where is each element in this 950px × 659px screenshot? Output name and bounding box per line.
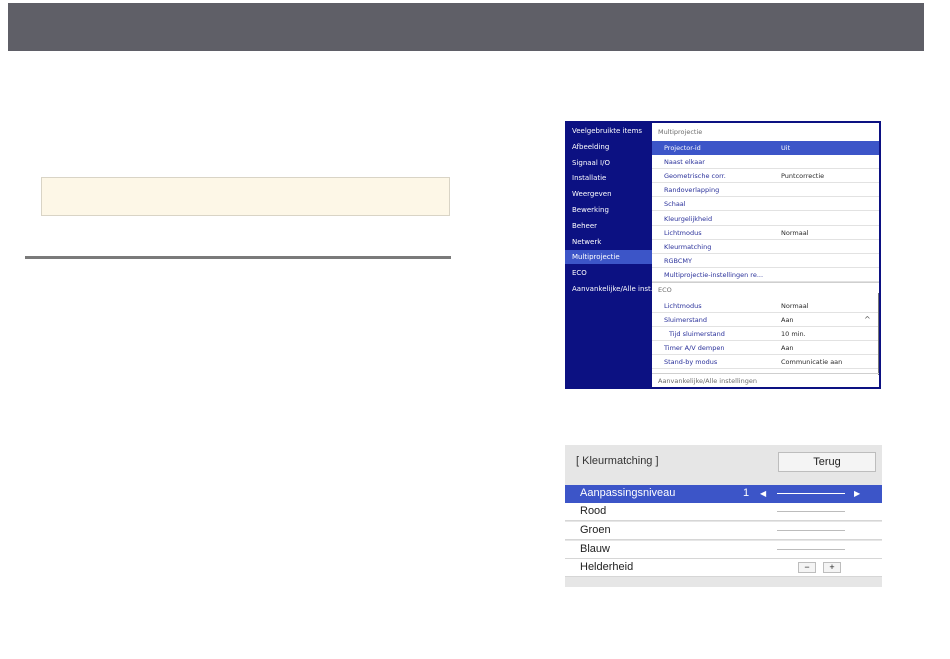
section-eco-header: ECO (652, 282, 879, 296)
menu-sidebar: Veelgebruikte items Afbeelding Signaal I/O… (565, 121, 652, 389)
blue-label: Blauw (580, 541, 610, 558)
multiprojectie-row-label: Randoverlapping (664, 183, 719, 197)
back-button[interactable]: Terug (778, 452, 876, 472)
eco-row-value: Aan (781, 313, 794, 327)
multiprojectie-row-label: Multiprojectie-instellingen re... (664, 268, 763, 282)
multiprojectie-row[interactable]: Kleurmatching (652, 240, 879, 254)
scrollbar[interactable] (878, 293, 879, 375)
blue-slider[interactable] (777, 549, 845, 550)
eco-row-value: Normaal (781, 299, 809, 313)
section-multiprojectie-header: Multiprojectie (652, 125, 879, 139)
eco-row-label: Lichtmodus (664, 299, 702, 313)
sidebar-item[interactable]: Multiprojectie (565, 250, 652, 264)
multiprojectie-row-label: Projector-id (664, 141, 701, 155)
multiprojectie-row-label: Schaal (664, 197, 686, 211)
green-slider[interactable] (777, 530, 845, 531)
sidebar-item[interactable]: Veelgebruikte items (565, 124, 652, 138)
blue-row[interactable]: Blauw (565, 541, 882, 559)
eco-row-value: Communicatie aan (781, 355, 842, 369)
sidebar-item[interactable]: Weergeven (565, 187, 652, 201)
section-divider (25, 256, 451, 259)
arrow-left-icon[interactable]: ◀ (760, 485, 766, 502)
dialog-title: [ Kleurmatching ] (576, 455, 659, 467)
multiprojectie-row[interactable]: Kleurgelijkheid (652, 212, 879, 226)
page-header-bar (8, 3, 924, 51)
multiprojectie-row-value: Puntcorrectie (781, 169, 824, 183)
multiprojectie-row-label: Geometrische corr. (664, 169, 726, 183)
eco-row[interactable]: Sluimerstand Aan (652, 313, 879, 327)
eco-row-label: Tijd sluimerstand (669, 327, 725, 341)
color-matching-dialog: [ Kleurmatching ] Terug Aanpassingsnivea… (565, 445, 882, 587)
arrow-right-icon[interactable]: ▶ (854, 485, 860, 502)
multiprojectie-row[interactable]: Randoverlapping (652, 183, 879, 197)
multiprojectie-row[interactable]: Projector-id Uit (652, 141, 879, 155)
sidebar-item[interactable]: Bewerking (565, 203, 652, 217)
red-slider[interactable] (777, 511, 845, 512)
red-row[interactable]: Rood (565, 503, 882, 521)
multiprojectie-row-label: Lichtmodus (664, 226, 702, 240)
multiprojectie-row[interactable]: Lichtmodus Normaal (652, 226, 879, 240)
eco-row-label: Stand-by modus (664, 355, 717, 369)
minus-button[interactable]: − (798, 562, 816, 573)
adjustment-level-value: 1 (743, 485, 749, 502)
sidebar-item[interactable]: Netwerk (565, 235, 652, 249)
adjustment-level-label: Aanpassingsniveau (580, 485, 675, 502)
eco-row[interactable]: Stand-by modus Communicatie aan (652, 355, 879, 369)
green-label: Groen (580, 522, 611, 539)
sidebar-item[interactable]: Beheer (565, 219, 652, 233)
adjustment-level-row[interactable]: Aanpassingsniveau 1 ◀ ▶ (565, 485, 882, 503)
collapse-caret-icon[interactable]: ^ (864, 315, 871, 324)
brightness-label: Helderheid (580, 559, 633, 576)
eco-row-value: Aan (781, 341, 794, 355)
red-label: Rood (580, 503, 606, 520)
menu-panel: Multiprojectie Projector-id Uit Naast elka… (652, 123, 879, 387)
section-all-settings[interactable]: Aanvankelijke/Alle instellingen (652, 373, 879, 387)
sidebar-item[interactable]: Aanvankelijke/Alle inst... (565, 282, 652, 296)
multiprojectie-row[interactable]: RGBCMY (652, 254, 879, 268)
sidebar-item[interactable]: Installatie (565, 171, 652, 185)
eco-row[interactable]: Tijd sluimerstand 10 min. (652, 327, 879, 341)
sidebar-item[interactable]: Signaal I/O (565, 156, 652, 170)
eco-row[interactable]: Timer A/V dempen Aan (652, 341, 879, 355)
multiprojectie-row-label: Naast elkaar (664, 155, 705, 169)
eco-row[interactable]: Lichtmodus Normaal (652, 299, 879, 313)
multiprojectie-row-label: Kleurgelijkheid (664, 212, 712, 226)
sidebar-item[interactable]: ECO (565, 266, 652, 280)
eco-row-label: Timer A/V dempen (664, 341, 725, 355)
multiprojectie-row[interactable]: Geometrische corr. Puntcorrectie (652, 169, 879, 183)
multiprojectie-row[interactable]: Naast elkaar (652, 155, 879, 169)
multiprojectie-row[interactable]: Multiprojectie-instellingen re... (652, 268, 879, 282)
projector-menu: Veelgebruikte items Afbeelding Signaal I/O… (565, 121, 881, 389)
note-box (41, 177, 450, 216)
multiprojectie-row-value: Normaal (781, 226, 809, 240)
multiprojectie-row[interactable]: Schaal (652, 197, 879, 211)
multiprojectie-row-label: RGBCMY (664, 254, 692, 268)
eco-row-value: 10 min. (781, 327, 806, 341)
plus-button[interactable]: + (823, 562, 841, 573)
green-row[interactable]: Groen (565, 522, 882, 540)
level-slider[interactable] (777, 493, 845, 494)
eco-row-label: Sluimerstand (664, 313, 707, 327)
sidebar-item[interactable]: Afbeelding (565, 140, 652, 154)
brightness-row[interactable]: Helderheid − + (565, 559, 882, 577)
multiprojectie-row-value: Uit (781, 141, 790, 155)
multiprojectie-row-label: Kleurmatching (664, 240, 711, 254)
